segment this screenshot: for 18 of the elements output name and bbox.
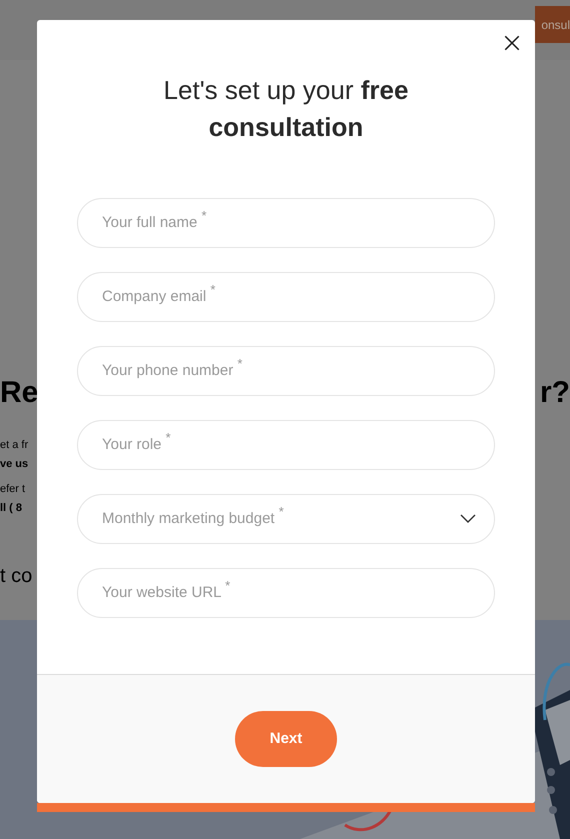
budget-select[interactable]: Monthly marketing budget $^{*}$ xyxy=(77,494,495,544)
input-field[interactable]: Company email $^{*}$ xyxy=(77,272,495,322)
text-fragment: et a fr xyxy=(0,438,30,453)
text-fragment: ve us xyxy=(0,457,30,472)
text-fragment: ll ( 8 xyxy=(0,501,24,516)
text-fragment: t co xyxy=(0,566,34,586)
input-field[interactable]: Your role $^{*}$ xyxy=(77,420,495,470)
chevron-down-icon xyxy=(460,514,476,524)
heading-fragment: r? xyxy=(540,378,570,408)
heading-fragment: Re xyxy=(0,378,37,408)
text-fragment: efer t xyxy=(0,482,26,497)
next-button[interactable]: Next xyxy=(235,711,337,767)
close-icon[interactable] xyxy=(503,34,521,52)
consult-button[interactable]: onsul xyxy=(535,6,570,43)
modal-title: Let's set up your free consultation xyxy=(162,74,410,144)
input-field[interactable]: Your website URL $^{*}$ xyxy=(77,568,495,618)
input-field[interactable]: Your phone number $^{*}$ xyxy=(77,346,495,396)
input-field[interactable]: Your full name $^{*}$ xyxy=(77,198,495,248)
